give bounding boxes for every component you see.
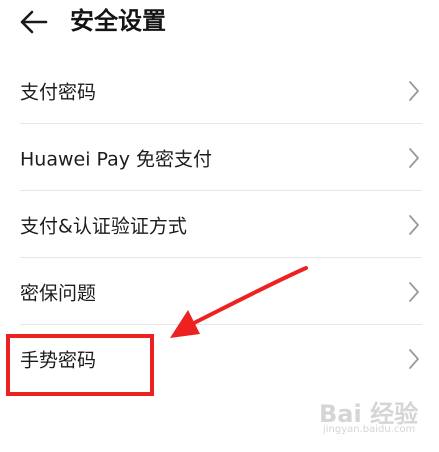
list-item-gesture-password[interactable]: 手势密码 — [0, 325, 439, 392]
list-item-verification-method[interactable]: 支付&认证验证方式 — [0, 191, 439, 258]
list-item-label: 支付密码 — [20, 81, 97, 103]
list-item-security-question[interactable]: 密保问题 — [0, 258, 439, 325]
list-item-label: 支付&认证验证方式 — [20, 215, 187, 237]
chevron-right-icon — [409, 214, 419, 235]
header: 安全设置 — [0, 0, 439, 48]
chevron-right-icon — [409, 281, 419, 302]
chevron-right-icon — [409, 147, 419, 168]
arrow-left-icon — [20, 10, 48, 34]
page-title: 安全设置 — [70, 7, 166, 35]
list-item-label: 密保问题 — [20, 282, 97, 304]
list-item-label: 手势密码 — [20, 349, 97, 371]
list-item-payment-password[interactable]: 支付密码 — [0, 57, 439, 124]
watermark-url: jingyan.baidu.com — [323, 424, 416, 435]
back-button[interactable] — [18, 6, 52, 38]
watermark: Bai 经验 jingyan.baidu.com — [319, 394, 431, 436]
list-item-label: Huawei Pay 免密支付 — [20, 148, 213, 170]
watermark-logo: Bai 经验 — [319, 400, 419, 428]
chevron-right-icon — [409, 348, 419, 369]
chevron-right-icon — [409, 80, 419, 101]
settings-list: 支付密码 Huawei Pay 免密支付 支付&认证验证方式 密保问题 手势密码 — [0, 57, 439, 392]
security-settings-screen: 安全设置 支付密码 Huawei Pay 免密支付 支付&认证验证方式 密保问题 — [0, 0, 439, 452]
list-item-huawei-pay-password-free[interactable]: Huawei Pay 免密支付 — [0, 124, 439, 191]
